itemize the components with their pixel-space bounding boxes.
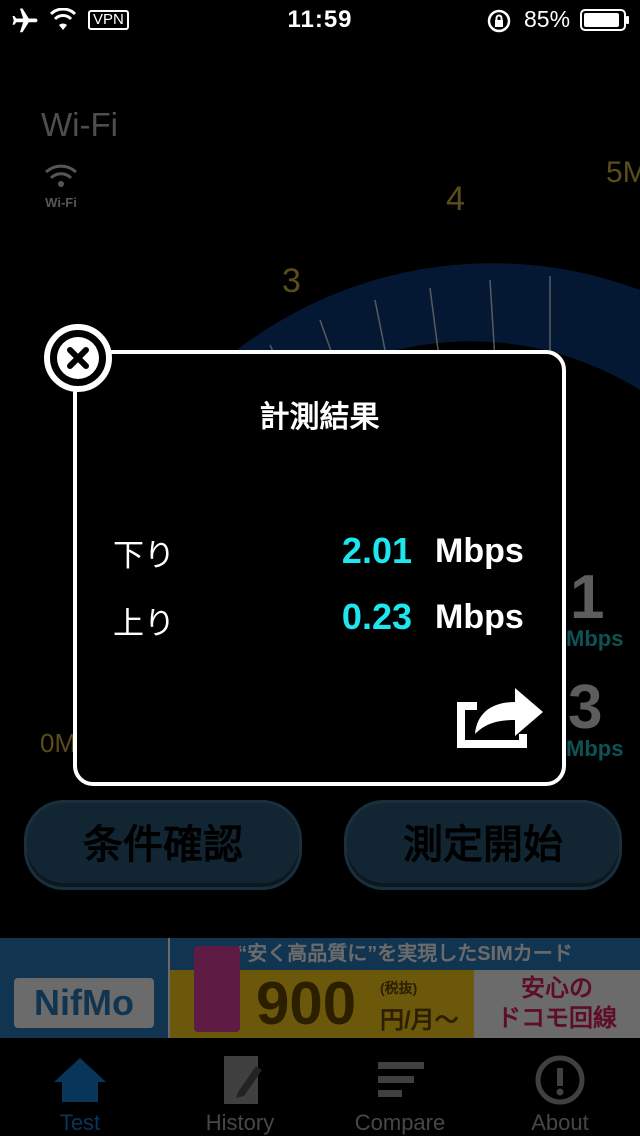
dialog-title: 計測結果	[259, 401, 380, 434]
download-speed-value: 1	[570, 563, 605, 632]
ad-logo-area: NifMo	[0, 938, 168, 1038]
tab-compare[interactable]: Compare	[320, 1040, 480, 1136]
download-value: 2.01	[341, 530, 412, 571]
start-test-button[interactable]: 測定開始	[344, 800, 622, 890]
network-type: Wi-Fi	[41, 106, 118, 143]
tab-history-label: History	[205, 1110, 275, 1135]
upload-label: 上り	[113, 606, 175, 641]
ad-side-line2: ドコモ回線	[497, 1005, 617, 1032]
tab-test-label: Test	[59, 1110, 101, 1135]
ad-tagline: “安く高品質に”を実現したSIMカード	[170, 938, 640, 970]
share-icon[interactable]	[449, 674, 549, 754]
info-icon	[535, 1055, 585, 1105]
download-unit: Mbps	[435, 532, 524, 570]
ad-price-unit: 円/月〜	[380, 1007, 459, 1034]
tab-history[interactable]: History	[160, 1040, 320, 1136]
tab-test[interactable]: Test	[0, 1040, 160, 1136]
close-icon[interactable]	[43, 323, 113, 393]
ad-banner[interactable]: NifMo “安く高品質に”を実現したSIMカード 900 (税抜) 円/月〜 …	[0, 938, 640, 1038]
download-speed-unit: Mbps	[566, 626, 624, 651]
ad-promo: “安く高品質に”を実現したSIMカード 900 (税抜) 円/月〜 安心の ドコ…	[170, 938, 640, 1038]
tab-bar: Test History Compare About	[0, 1040, 640, 1136]
ad-side-text: 安心の ドコモ回線	[474, 970, 640, 1038]
gauge-label-5: 5M	[606, 156, 640, 189]
tab-about[interactable]: About	[480, 1040, 640, 1136]
gauge-label-4: 4	[446, 180, 465, 218]
sim-card-icon	[194, 946, 240, 1032]
gauge-label-0: 0M	[40, 728, 77, 758]
download-label: 下り	[113, 538, 175, 573]
ad-logo: NifMo	[14, 978, 154, 1028]
ad-price: 900	[256, 970, 357, 1037]
tab-about-label: About	[531, 1110, 589, 1135]
upload-value: 0.23	[341, 596, 412, 637]
ad-price-note: (税抜)	[380, 980, 418, 996]
upload-speed-unit: Mbps	[566, 736, 624, 761]
house-icon	[54, 1058, 106, 1102]
result-dialog: 計測結果 下り 2.01 Mbps 上り 0.23 Mbps	[73, 350, 566, 786]
gauge-label-3: 3	[282, 262, 301, 300]
upload-speed-value: 3	[568, 673, 603, 742]
tab-compare-label: Compare	[354, 1110, 446, 1135]
notebook-pen-icon	[224, 1056, 262, 1104]
ad-side-line1: 安心の	[521, 975, 593, 1002]
bars-icon	[378, 1062, 424, 1097]
settings-check-button[interactable]: 条件確認	[24, 800, 302, 890]
upload-unit: Mbps	[435, 598, 524, 636]
